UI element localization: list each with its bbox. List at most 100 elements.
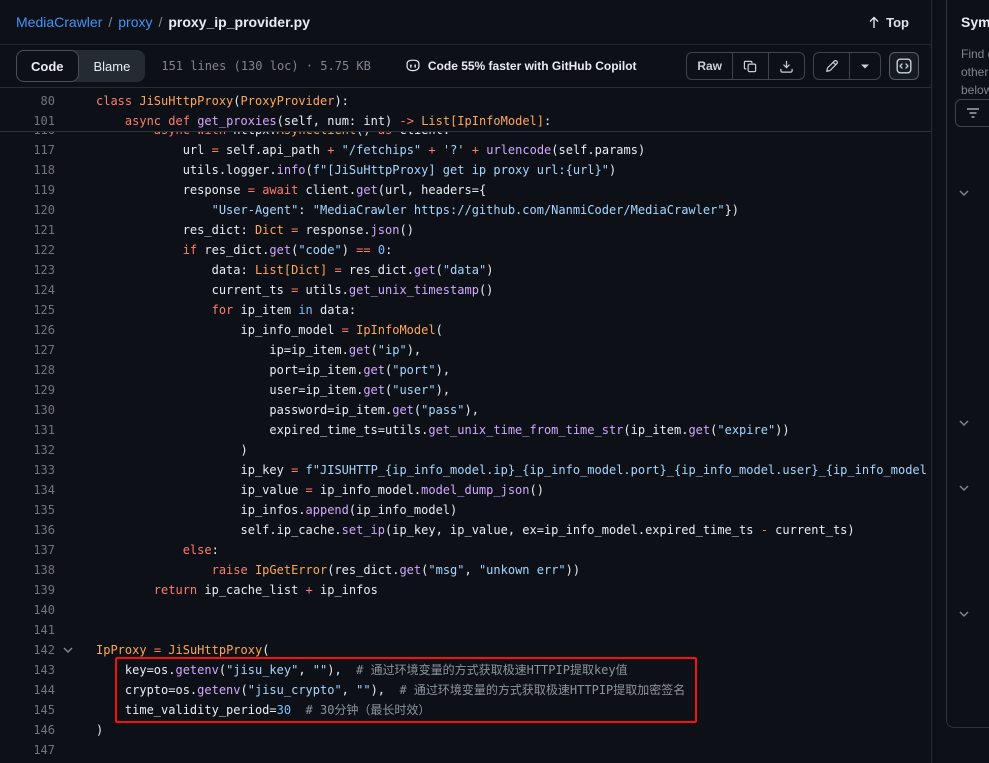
fold-column xyxy=(55,540,96,560)
code-line: 117 url = self.api_path + "/fetchips" + … xyxy=(0,140,931,160)
line-number[interactable]: 135 xyxy=(0,500,55,520)
line-number[interactable]: 125 xyxy=(0,300,55,320)
code-line: 80class JiSuHttpProxy(ProxyProvider): xyxy=(0,91,931,111)
breadcrumb-separator: / xyxy=(158,14,162,30)
line-number[interactable]: 127 xyxy=(0,340,55,360)
line-number[interactable]: 138 xyxy=(0,560,55,580)
line-number[interactable]: 133 xyxy=(0,460,55,480)
code-line: 129 user=ip_item.get("user"), xyxy=(0,380,931,400)
symbol-row[interactable] xyxy=(947,183,989,203)
breadcrumb-folder-link[interactable]: proxy xyxy=(118,14,152,30)
code-line: 101 async def get_proxies(self, num: int… xyxy=(0,111,931,131)
line-number[interactable]: 146 xyxy=(0,720,55,740)
symbols-toggle-button[interactable] xyxy=(889,52,919,80)
code-line: 118 utils.logger.info(f"[JiSuHttpProxy] … xyxy=(0,160,931,180)
line-number[interactable]: 132 xyxy=(0,440,55,460)
symbol-row[interactable] xyxy=(947,149,989,169)
raw-button[interactable]: Raw xyxy=(687,53,732,79)
fold-column xyxy=(55,440,96,460)
line-number[interactable]: 124 xyxy=(0,280,55,300)
edit-button-group xyxy=(813,52,881,80)
code-line: 140 xyxy=(0,600,931,620)
symbols-panel-title: Symbols xyxy=(961,14,989,30)
symbols-panel: Symbols Find definitions and references … xyxy=(946,0,989,728)
code-line: 142IpProxy = JiSuHttpProxy( xyxy=(0,640,931,660)
code-line: 125 for ip_item in data: xyxy=(0,300,931,320)
line-number[interactable]: 140 xyxy=(0,600,55,620)
fold-column xyxy=(55,700,96,720)
edit-dropdown-button[interactable] xyxy=(849,53,880,79)
copy-raw-button[interactable] xyxy=(732,53,768,79)
symbol-row[interactable] xyxy=(947,478,989,498)
pencil-icon xyxy=(824,59,839,74)
line-number[interactable]: 134 xyxy=(0,480,55,500)
code-line: 143 key=os.getenv("jisu_key", ""), # 通过环… xyxy=(0,660,931,680)
symbols-filter-button[interactable] xyxy=(955,99,989,127)
line-number[interactable]: 142 xyxy=(0,640,55,660)
fold-column xyxy=(55,460,96,480)
line-number[interactable]: 80 xyxy=(0,91,55,111)
chevron-down-icon xyxy=(959,420,969,427)
symbol-row[interactable] xyxy=(947,413,989,433)
line-number[interactable]: 122 xyxy=(0,240,55,260)
copy-icon xyxy=(743,59,758,74)
line-number[interactable]: 139 xyxy=(0,580,55,600)
fold-column xyxy=(55,180,96,200)
line-number[interactable]: 147 xyxy=(0,740,55,760)
line-number[interactable]: 126 xyxy=(0,320,55,340)
line-number[interactable]: 143 xyxy=(0,660,55,680)
back-to-top-link[interactable]: Top xyxy=(868,15,909,30)
symbol-row[interactable] xyxy=(947,604,989,624)
line-number[interactable]: 141 xyxy=(0,620,55,640)
fold-column xyxy=(55,620,96,640)
line-number[interactable]: 128 xyxy=(0,360,55,380)
fold-column xyxy=(55,560,96,580)
code-line: 147 xyxy=(0,740,931,760)
fold-column xyxy=(55,420,96,440)
fold-column xyxy=(55,280,96,300)
toolbar-buttons: Raw xyxy=(686,52,919,80)
code-line: 119 response = await client.get(url, hea… xyxy=(0,180,931,200)
fold-column xyxy=(55,600,96,620)
edit-button[interactable] xyxy=(814,53,849,79)
symbol-row[interactable] xyxy=(947,705,989,725)
fold-column xyxy=(55,320,96,340)
fold-chevron-icon[interactable] xyxy=(55,640,96,660)
breadcrumb-repo-link[interactable]: MediaCrawler xyxy=(16,14,102,30)
sticky-code-lines: 80class JiSuHttpProxy(ProxyProvider):101… xyxy=(0,89,931,132)
line-number[interactable]: 119 xyxy=(0,180,55,200)
line-number[interactable]: 117 xyxy=(0,140,55,160)
fold-column xyxy=(55,680,96,700)
tab-blame[interactable]: Blame xyxy=(79,50,146,82)
line-number[interactable]: 144 xyxy=(0,680,55,700)
copilot-banner[interactable]: Code 55% faster with GitHub Copilot xyxy=(405,58,637,74)
code-line: 145 time_validity_period=30 # 30分钟（最长时效） xyxy=(0,700,931,720)
chevron-down-icon xyxy=(959,485,969,492)
code-line: 138 raise IpGetError(res_dict.get("msg",… xyxy=(0,560,931,580)
copilot-icon xyxy=(405,58,421,74)
code-line: 124 current_ts = utils.get_unix_timestam… xyxy=(0,280,931,300)
line-number[interactable]: 137 xyxy=(0,540,55,560)
tab-code[interactable]: Code xyxy=(16,50,79,82)
code-line: 134 ip_value = ip_info_model.model_dump_… xyxy=(0,480,931,500)
code-line: 139 return ip_cache_list + ip_infos xyxy=(0,580,931,600)
code-line: 122 if res_dict.get("code") == 0: xyxy=(0,240,931,260)
fold-column xyxy=(55,160,96,180)
line-number[interactable]: 129 xyxy=(0,380,55,400)
line-number[interactable]: 145 xyxy=(0,700,55,720)
fold-column xyxy=(55,240,96,260)
line-number[interactable]: 131 xyxy=(0,420,55,440)
breadcrumb-file-name: proxy_ip_provider.py xyxy=(168,14,310,30)
line-number[interactable]: 120 xyxy=(0,200,55,220)
fold-column xyxy=(55,380,96,400)
code-line: 131 expired_time_ts=utils.get_unix_time_… xyxy=(0,420,931,440)
line-number[interactable]: 130 xyxy=(0,400,55,420)
line-number[interactable]: 136 xyxy=(0,520,55,540)
line-number[interactable]: 121 xyxy=(0,220,55,240)
line-number[interactable]: 123 xyxy=(0,260,55,280)
line-number[interactable]: 101 xyxy=(0,111,55,131)
up-arrow-icon xyxy=(868,16,880,29)
download-button[interactable] xyxy=(768,53,804,79)
line-number[interactable]: 118 xyxy=(0,160,55,180)
code-square-icon xyxy=(896,58,912,74)
